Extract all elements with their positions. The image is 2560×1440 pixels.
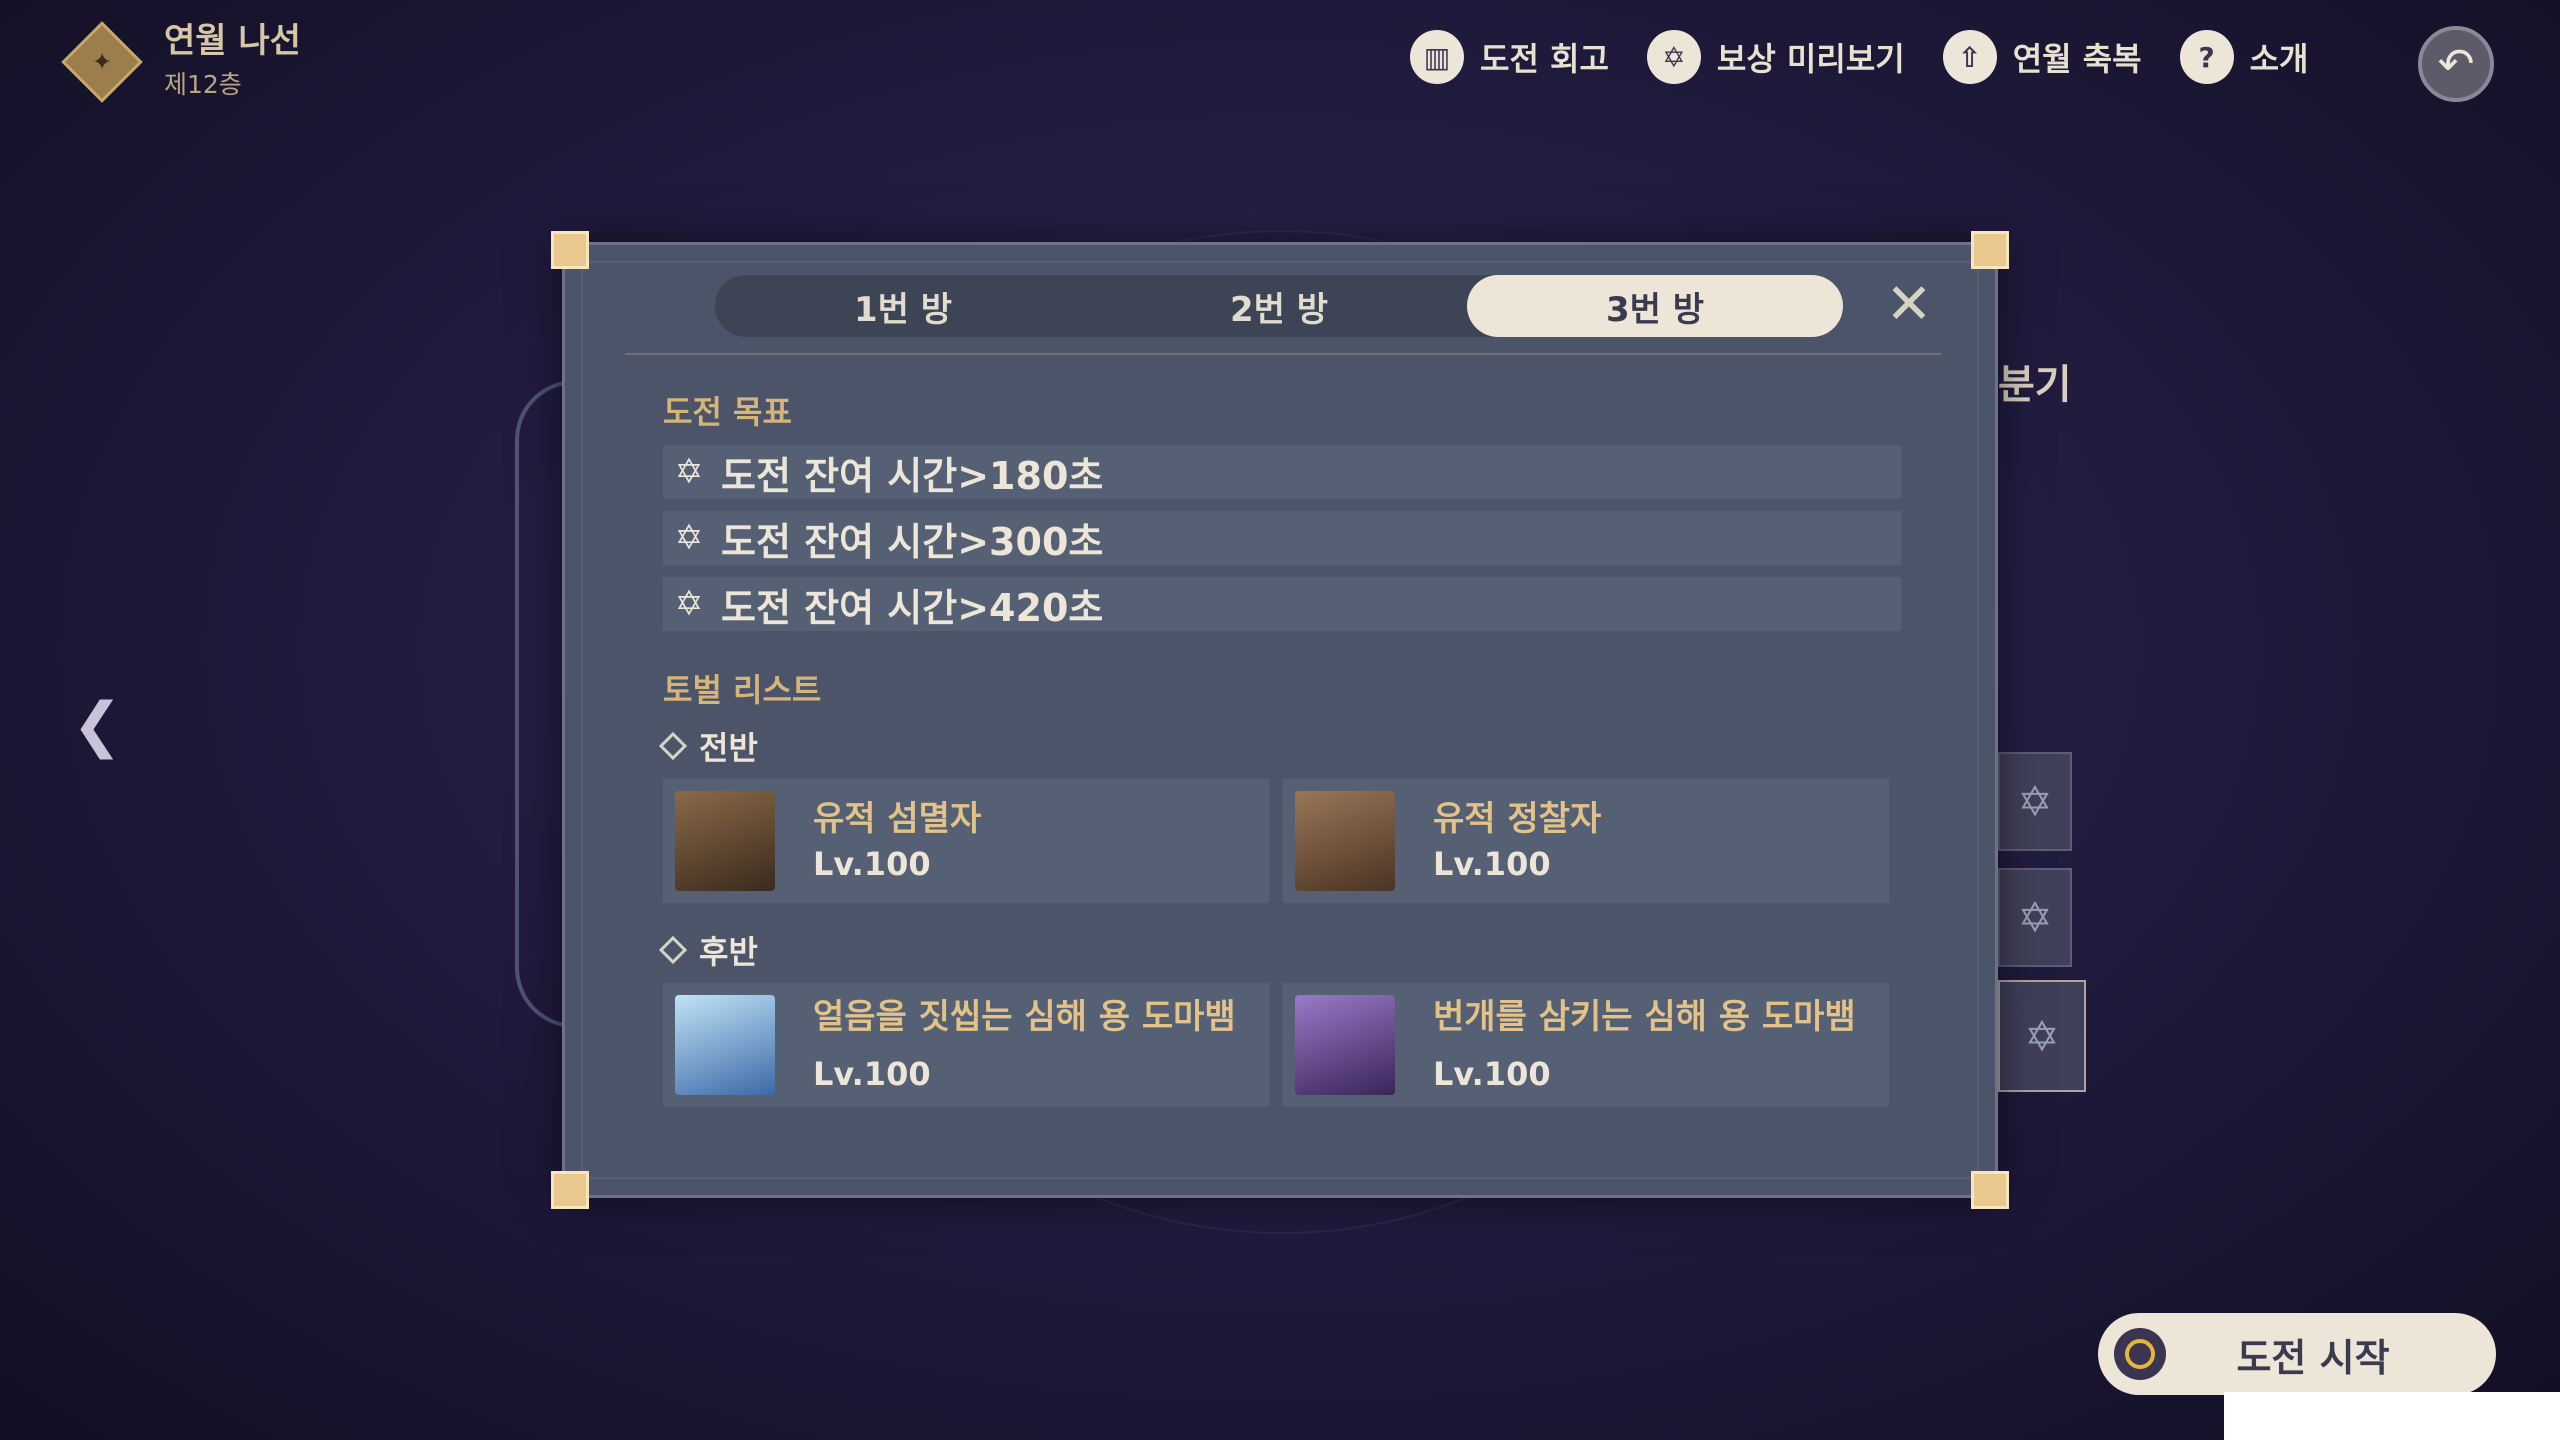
enemy-card[interactable]: 번개를 삼키는 심해 용 도마뱀 Lv.100 — [1283, 983, 1889, 1107]
enemy-name: 얼음을 짓씹는 심해 용 도마뱀 — [813, 996, 1236, 1037]
modal-corner-ornament — [551, 231, 589, 269]
star-icon: ✡ — [674, 452, 704, 492]
diamond-icon — [658, 731, 688, 761]
back-arrow-icon: ↶ — [2437, 38, 2475, 90]
second-half-label: 후반 — [658, 927, 758, 973]
background-tab-label: 분기 — [1998, 362, 2072, 408]
back-button[interactable]: ↶ — [2418, 26, 2494, 102]
start-challenge-label: 도전 시작 — [2236, 1335, 2390, 1380]
enemy-name: 번개를 삼키는 심해 용 도마뱀 — [1433, 996, 1856, 1037]
first-half-text: 전반 — [699, 729, 758, 767]
thunder-drake-portrait — [1295, 995, 1395, 1095]
start-challenge-button[interactable]: 도전 시작 — [2098, 1313, 2496, 1395]
introduction-button[interactable]: ? 소개 — [2179, 30, 2309, 84]
blessing-label: 연월 축복 — [2012, 40, 2142, 78]
background-star-slot: ✡ — [1998, 868, 2072, 967]
overlay-patch — [2224, 1392, 2560, 1440]
goal-row: ✡ 도전 잔여 시간>420초 — [663, 577, 1901, 631]
modal-corner-ornament — [1971, 1171, 2009, 1209]
ruin-destroyer-portrait — [675, 791, 775, 891]
modal-corner-ornament — [551, 1171, 589, 1209]
blessing-icon: ⇧ — [1942, 30, 1997, 84]
book-icon: ▥ — [1410, 30, 1464, 84]
floor-label: 제12층 — [164, 69, 242, 99]
star-icon: ✡ — [674, 518, 704, 558]
goal-text: 도전 잔여 시간>180초 — [721, 453, 1104, 498]
enemy-card[interactable]: 얼음을 짓씹는 심해 용 도마뱀 Lv.100 — [663, 983, 1269, 1107]
close-button[interactable]: ✕ — [1882, 272, 1936, 337]
chamber-tabs: 1번 방 2번 방 3번 방 — [715, 275, 1843, 337]
star-icon: ✡ — [674, 584, 704, 624]
spiral-abyss-emblem-icon: ✦ — [61, 21, 143, 103]
goal-row: ✡ 도전 잔여 시간>300초 — [663, 511, 1901, 565]
tab-chamber-1[interactable]: 1번 방 — [715, 275, 1091, 337]
challenge-review-label: 도전 회고 — [1480, 40, 1609, 78]
goal-row: ✡ 도전 잔여 시간>180초 — [663, 445, 1901, 499]
top-menu: ▥ 도전 회고 ✡ 보상 미리보기 ⇧ 연월 축복 ? 소개 — [1410, 30, 2308, 84]
enemy-level: Lv.100 — [813, 1055, 931, 1094]
reward-preview-button[interactable]: ✡ 보상 미리보기 — [1646, 30, 1905, 84]
enemies-title: 토벌 리스트 — [663, 671, 822, 709]
ruin-scout-portrait — [1295, 791, 1395, 891]
controller-circle-icon — [2114, 1328, 2166, 1380]
close-icon: ✕ — [1885, 271, 1933, 337]
previous-floor-arrow-icon[interactable]: ❮ — [72, 690, 122, 760]
introduction-label: 소개 — [2249, 40, 2309, 78]
star-icon: ✡ — [2017, 893, 2053, 942]
diamond-icon — [658, 935, 688, 965]
enemy-level: Lv.100 — [1433, 845, 1551, 884]
blessing-button[interactable]: ⇧ 연월 축복 — [1942, 30, 2142, 84]
star-icon: ✡ — [2024, 1011, 2060, 1061]
star-icon: ✡ — [2017, 777, 2053, 826]
enemy-level: Lv.100 — [1433, 1055, 1551, 1094]
goal-text: 도전 잔여 시간>300초 — [721, 519, 1104, 564]
background-star-slot: ✡ — [1998, 980, 2086, 1092]
goal-text: 도전 잔여 시간>420초 — [721, 585, 1104, 630]
first-half-label: 전반 — [658, 723, 758, 769]
enemy-name: 유적 섬멸자 — [813, 798, 982, 839]
reward-preview-label: 보상 미리보기 — [1716, 40, 1905, 78]
enemy-card[interactable]: 유적 섬멸자 Lv.100 — [663, 779, 1269, 903]
tab-chamber-3[interactable]: 3번 방 — [1467, 275, 1843, 337]
modal-corner-ornament — [1971, 231, 2009, 269]
tab-chamber-2[interactable]: 2번 방 — [1091, 275, 1467, 337]
modal-divider — [625, 353, 1941, 355]
enemy-card[interactable]: 유적 정찰자 Lv.100 — [1283, 779, 1889, 903]
chamber-detail-modal: 1번 방 2번 방 3번 방 ✕ 도전 목표 ✡ 도전 잔여 시간>180초 ✡… — [551, 231, 2009, 1209]
enemy-name: 유적 정찰자 — [1433, 798, 1602, 839]
frost-drake-portrait — [675, 995, 775, 1095]
reward-icon: ✡ — [1646, 30, 1701, 84]
enemy-level: Lv.100 — [813, 845, 931, 884]
background-star-slot: ✡ — [1998, 752, 2072, 851]
help-icon: ? — [2179, 30, 2234, 84]
second-half-text: 후반 — [699, 933, 758, 971]
goals-title: 도전 목표 — [663, 393, 792, 431]
page-title: 연월 나선 — [164, 21, 301, 62]
header: ✦ 연월 나선 제12층 — [61, 21, 301, 103]
challenge-review-button[interactable]: ▥ 도전 회고 — [1410, 30, 1609, 84]
